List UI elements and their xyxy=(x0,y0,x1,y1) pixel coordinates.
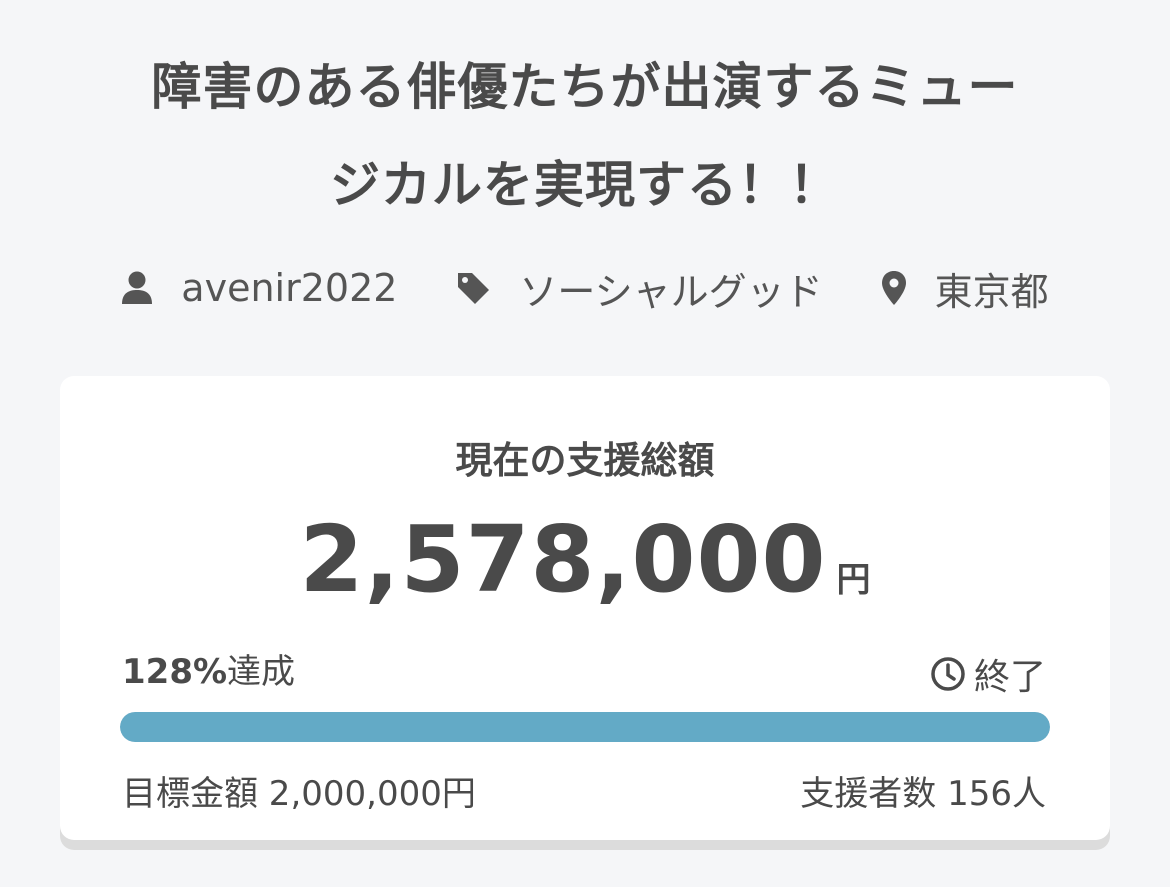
achievement-suffix: 達成 xyxy=(227,652,296,692)
funding-amount-row: 2,578,000 円 xyxy=(0,505,1170,615)
status-text: 終了 xyxy=(973,657,1046,698)
category-name: ソーシャルグッド xyxy=(519,269,823,314)
achievement-rate: 128%達成 xyxy=(122,644,295,693)
backer-count: 支援者数 156人 xyxy=(800,774,1046,814)
author-name: avenir2022 xyxy=(181,266,398,310)
progress-bar-fill xyxy=(120,712,1050,742)
progress-bar xyxy=(120,712,1050,742)
achievement-percent: 128% xyxy=(122,652,228,692)
user-icon xyxy=(122,271,153,304)
location-link[interactable]: 東京都 xyxy=(881,261,1049,316)
project-title-line-2: ジカルを実現する！！ xyxy=(330,156,840,214)
tag-icon xyxy=(458,273,490,304)
location-name: 東京都 xyxy=(934,269,1049,314)
author-link[interactable]: avenir2022 xyxy=(121,266,397,310)
category-link[interactable]: ソーシャルグッド xyxy=(455,261,823,316)
project-title-line-1: 障害のある俳優たちが出演するミュー xyxy=(151,58,1019,116)
project-title: 障害のある俳優たちが出演するミュー ジカルを実現する！！ xyxy=(40,38,1130,234)
project-meta: avenir2022 ソーシャルグッド 東京都 xyxy=(0,258,1170,318)
funding-amount: 2,578,000 xyxy=(299,506,827,613)
goal-amount: 目標金額 2,000,000円 xyxy=(122,774,476,814)
clock-icon xyxy=(931,657,965,691)
map-pin-icon xyxy=(881,271,906,305)
status-badge: 終了 xyxy=(930,648,1046,700)
currency-unit: 円 xyxy=(836,560,871,600)
funding-label: 現在の支援総額 xyxy=(455,439,715,482)
